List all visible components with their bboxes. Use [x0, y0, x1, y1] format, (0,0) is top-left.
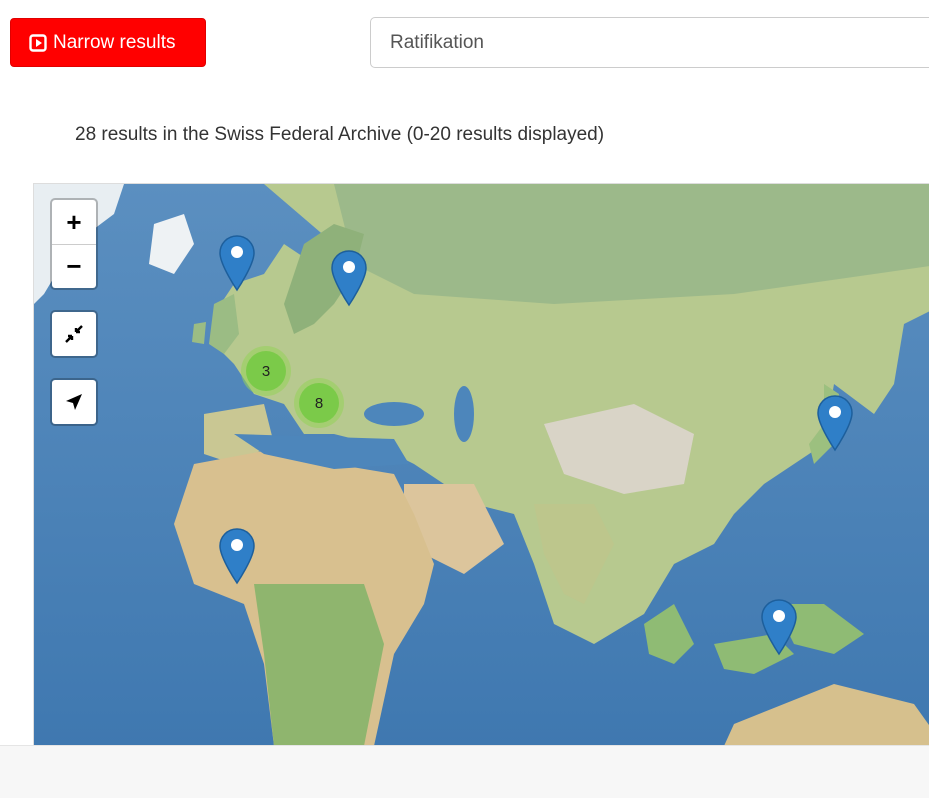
location-arrow-icon	[66, 394, 82, 410]
map-pin-icon[interactable]	[816, 394, 854, 452]
play-icon	[29, 33, 47, 52]
cluster-marker[interactable]: 8	[294, 378, 344, 428]
footer-bar	[0, 745, 929, 798]
map-pin-icon[interactable]	[218, 234, 256, 292]
map-pin-icon[interactable]	[330, 249, 368, 307]
zoom-controls: + −	[50, 198, 98, 290]
fullscreen-control	[50, 310, 98, 358]
narrow-results-button[interactable]: Narrow results	[10, 18, 206, 67]
collapse-arrows-icon	[65, 325, 83, 343]
collapse-button[interactable]	[52, 312, 96, 356]
map-pin-icon[interactable]	[760, 598, 798, 656]
locate-button[interactable]	[52, 380, 96, 424]
search-input[interactable]	[370, 17, 929, 68]
narrow-results-label: Narrow results	[53, 31, 176, 53]
cluster-count: 8	[299, 383, 339, 423]
zoom-in-button[interactable]: +	[52, 200, 96, 244]
cluster-marker[interactable]: 3	[241, 346, 291, 396]
locate-control	[50, 378, 98, 426]
map-view[interactable]: + − 3 8	[33, 183, 929, 745]
zoom-out-button[interactable]: −	[52, 244, 96, 288]
results-summary: 28 results in the Swiss Federal Archive …	[75, 124, 605, 145]
map-pin-icon[interactable]	[218, 527, 256, 585]
cluster-count: 3	[246, 351, 286, 391]
map-tiles	[34, 184, 929, 745]
